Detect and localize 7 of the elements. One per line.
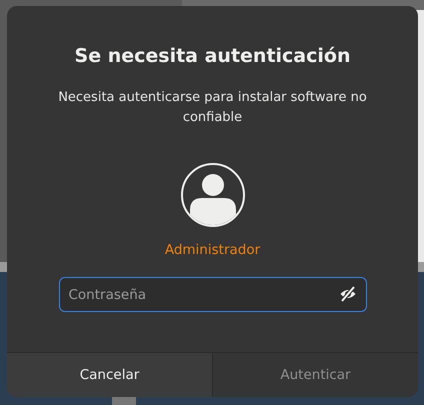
dialog-message: Necesita autenticarse para instalar software no confiable [57, 89, 368, 127]
password-field[interactable]: Contraseña [58, 277, 366, 312]
user-name: Administrador [164, 241, 260, 259]
user-avatar-icon [180, 162, 246, 228]
cancel-button[interactable]: Cancelar [7, 353, 212, 397]
dialog-title: Se necesita autenticación [74, 44, 350, 68]
eye-crossed-icon[interactable] [338, 285, 356, 303]
